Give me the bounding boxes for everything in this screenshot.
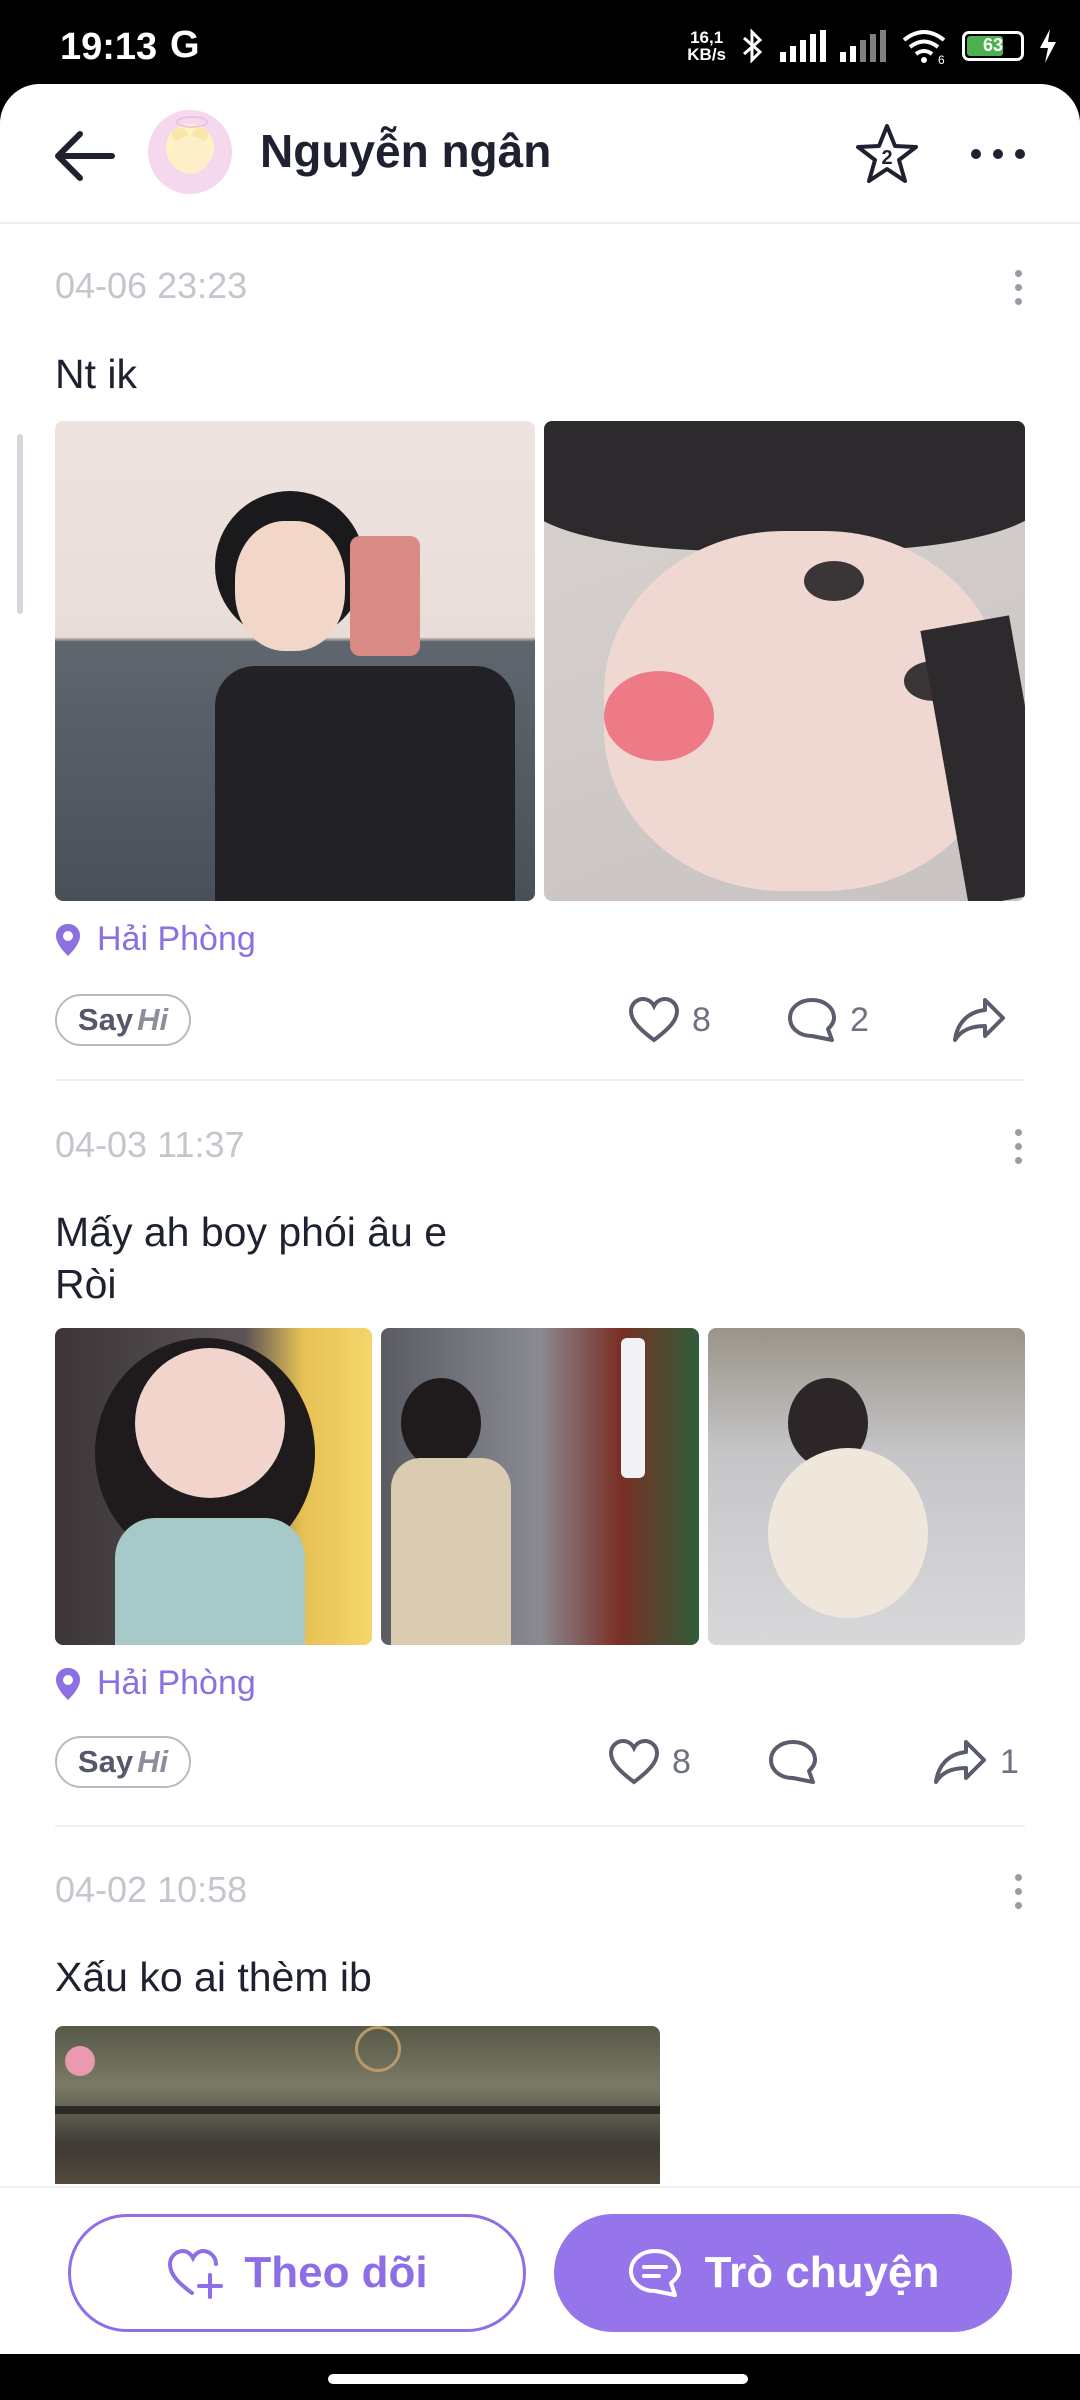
wifi-icon: 6 xyxy=(902,30,946,64)
post-photo[interactable] xyxy=(708,1328,1025,1645)
like-count: 8 xyxy=(672,1742,691,1781)
post-card: 04-03 11:37 Mấy ah boy phói âu e Ròi Hải… xyxy=(55,1082,1025,1827)
post-location[interactable]: Hải Phòng xyxy=(55,1664,256,1703)
post-card: 04-06 23:23 Nt ik Hải Phòng Say Hi 8 2 xyxy=(55,224,1025,1084)
post-more-icon[interactable] xyxy=(1015,270,1025,310)
svg-text:6: 6 xyxy=(938,53,945,64)
like-button[interactable]: 8 xyxy=(608,1738,691,1786)
post-photo[interactable] xyxy=(55,1328,372,1645)
location-pin-icon xyxy=(56,923,80,956)
status-bar: 19:13 G 16,1 KB/s 6 63 xyxy=(0,0,1080,90)
post-date: 04-03 11:37 xyxy=(55,1124,245,1165)
location-pin-icon xyxy=(56,1667,80,1700)
status-icons: 16,1 KB/s 6 63 xyxy=(687,28,1058,64)
heart-icon xyxy=(608,1738,660,1785)
comment-button[interactable]: 2 xyxy=(786,996,869,1044)
say-hi-button[interactable]: Say Hi xyxy=(55,1736,191,1788)
say-hi-button[interactable]: Say Hi xyxy=(55,994,191,1046)
status-time: 19:13 xyxy=(60,26,158,68)
header: Nguyễn ngân 2 xyxy=(0,84,1080,224)
network-speed: 16,1 KB/s xyxy=(687,28,726,64)
chat-bubble-icon xyxy=(628,2249,681,2297)
post-text: Xấu ko ai thèm ib xyxy=(55,1954,372,2000)
back-arrow-icon[interactable] xyxy=(50,126,120,186)
post-photo[interactable] xyxy=(381,1328,699,1645)
heart-icon xyxy=(628,996,680,1043)
post-date: 04-02 10:58 xyxy=(55,1869,248,1910)
post-more-icon[interactable] xyxy=(1015,1874,1025,1914)
share-button[interactable] xyxy=(951,996,1019,1044)
star-icon[interactable]: 2 xyxy=(854,122,920,188)
post-more-icon[interactable] xyxy=(1015,1129,1025,1169)
divider xyxy=(55,1079,1025,1081)
chat-button[interactable]: Trò chuyện xyxy=(554,2214,1012,2332)
heart-plus-icon xyxy=(168,2248,224,2299)
follow-button[interactable]: Theo dõi xyxy=(68,2214,526,2332)
post-feed[interactable]: 04-06 23:23 Nt ik Hải Phòng Say Hi 8 2 0… xyxy=(0,224,1080,2184)
share-count: 1 xyxy=(1000,1742,1019,1781)
svg-text:2: 2 xyxy=(881,147,892,169)
like-button[interactable]: 8 xyxy=(628,996,711,1044)
post-photo[interactable] xyxy=(55,2026,660,2184)
battery-icon: 63 xyxy=(962,31,1024,61)
post-photo[interactable] xyxy=(55,421,535,901)
share-icon xyxy=(953,998,1005,1042)
comment-count: 2 xyxy=(850,1000,869,1039)
comment-icon xyxy=(788,998,836,1042)
post-text: Mấy ah boy phói âu e Ròi xyxy=(55,1209,448,1307)
charging-icon xyxy=(1040,29,1056,63)
page-title: Nguyễn ngân xyxy=(260,125,552,177)
post-location[interactable]: Hải Phòng xyxy=(55,920,256,959)
bluetooth-icon xyxy=(743,28,763,64)
avatar[interactable] xyxy=(148,110,232,194)
post-text: Nt ik xyxy=(55,351,137,397)
comment-icon xyxy=(769,1740,817,1784)
scrollbar[interactable] xyxy=(17,434,23,614)
post-photo[interactable] xyxy=(544,421,1025,901)
bottom-action-bar: Theo dõi Trò chuyện xyxy=(0,2186,1080,2354)
like-count: 8 xyxy=(692,1000,711,1039)
home-indicator[interactable] xyxy=(328,2374,748,2384)
g-app-icon: G xyxy=(170,24,200,66)
post-card: 04-02 10:58 Xấu ko ai thèm ib xyxy=(55,1827,1025,2184)
share-button[interactable]: 1 xyxy=(932,1738,1019,1786)
share-icon xyxy=(934,1740,986,1784)
post-date: 04-06 23:23 xyxy=(55,265,248,306)
signal-icon-2 xyxy=(840,30,886,62)
more-options-icon[interactable] xyxy=(968,142,1028,166)
signal-icon-1 xyxy=(780,30,826,62)
profile-screen: Nguyễn ngân 2 04-06 23:23 Nt ik Hải Phòn… xyxy=(0,84,1080,2354)
comment-button[interactable] xyxy=(767,1738,831,1786)
